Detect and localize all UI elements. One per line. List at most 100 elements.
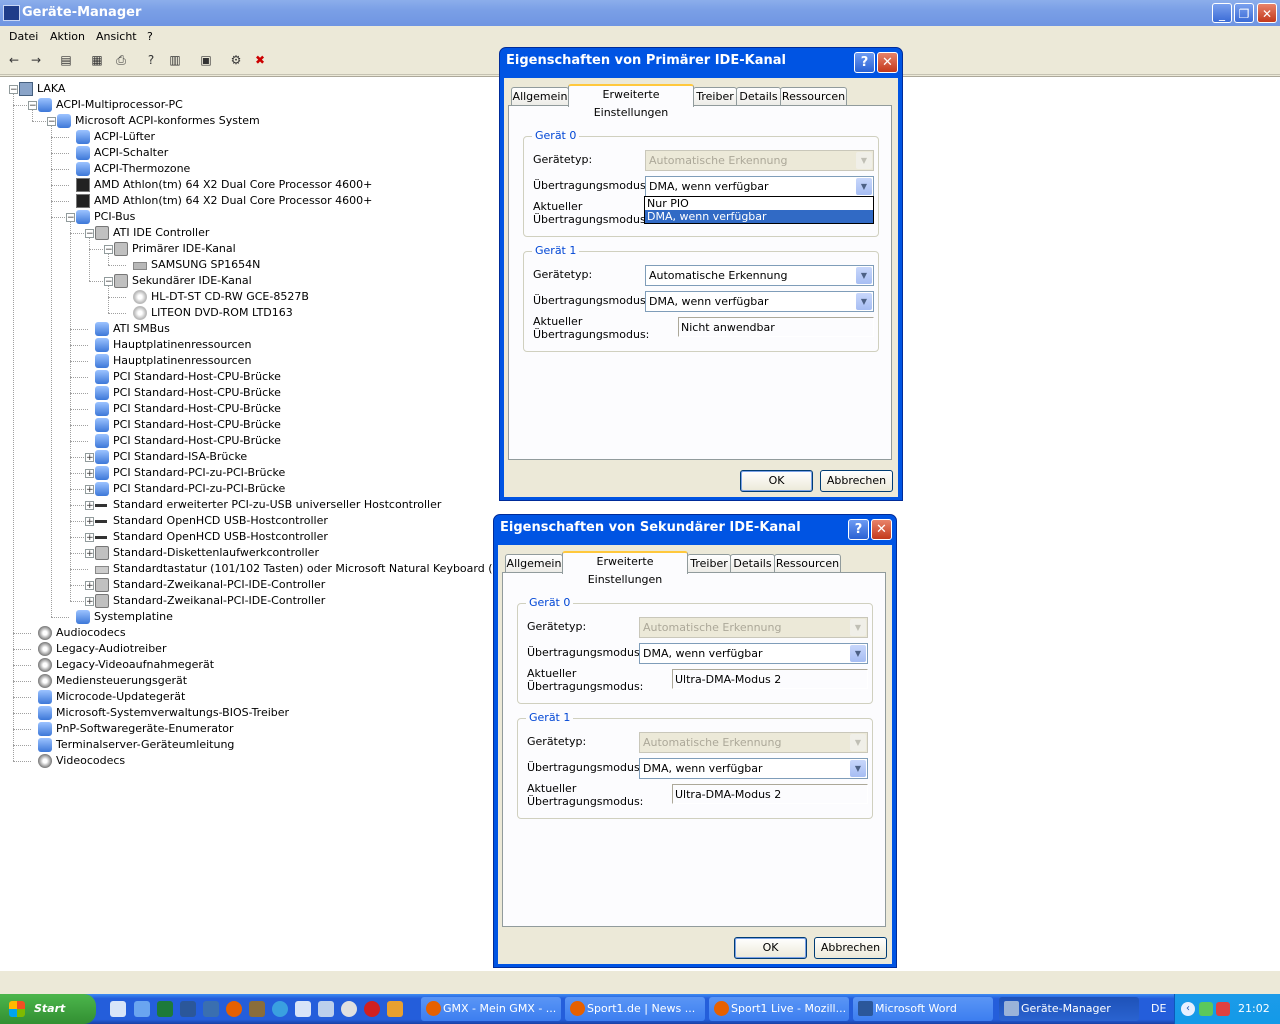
mode-combobox[interactable]: DMA, wenn verfügbar ▼ [639,758,868,779]
quicklaunch-desktop-icon[interactable] [110,1001,126,1017]
collapse-icon[interactable]: − [9,85,18,95]
ok-button[interactable]: OK [734,937,807,959]
tab-treiber[interactable]: Treiber [693,87,737,106]
collapse-icon[interactable]: − [85,229,94,239]
expand-icon[interactable]: + [85,485,94,495]
device-icon [95,322,109,336]
menu-ansicht[interactable]: Ansicht [96,30,137,43]
dropdown-option-dma[interactable]: DMA, wenn verfügbar [645,210,873,223]
console-tree-icon[interactable]: ▤ [58,52,74,68]
mode-combobox[interactable]: DMA, wenn verfügbar ▼ [639,643,868,664]
expand-icon[interactable]: + [85,581,94,591]
dialog-help-button[interactable]: ? [854,52,875,73]
dialog-secondary-ide: Eigenschaften von Sekundärer IDE-Kanal ?… [493,514,897,968]
firefox-icon [714,1001,729,1016]
tree-item-label: PCI Standard-PCI-zu-PCI-Brücke [113,482,286,495]
hard-disk-icon [133,262,147,270]
dialog-help-button[interactable]: ? [848,519,869,540]
group-title: Gerät 1 [532,244,580,257]
quicklaunch-opera-icon[interactable] [364,1001,380,1017]
uninstall-icon[interactable]: ✖ [252,52,268,68]
update-driver-icon[interactable]: ⚙ [228,52,244,68]
dialog-close-button[interactable]: ✕ [877,52,898,73]
collapse-icon[interactable]: − [104,245,113,255]
chevron-down-icon[interactable]: ▼ [850,760,866,777]
task-device-manager[interactable]: Geräte-Manager [999,997,1139,1021]
ok-button[interactable]: OK [740,470,813,492]
tab-details[interactable]: Details [736,87,781,106]
quicklaunch-media-icon[interactable] [318,1001,334,1017]
close-button[interactable]: ✕ [1257,3,1277,23]
expand-icon[interactable]: + [85,533,94,543]
tab-allgemein[interactable]: Allgemein [505,554,563,573]
chevron-down-icon[interactable]: ▼ [856,267,872,284]
task-sport1-live[interactable]: Sport1 Live - Mozill... [709,997,849,1021]
properties-icon[interactable]: ▦ [89,52,105,68]
current-mode-value: Nicht anwendbar [678,317,874,337]
quicklaunch-firefox-icon[interactable] [226,1001,242,1017]
menu-datei[interactable]: Datei [9,30,38,43]
task-gmx[interactable]: GMX - Mein GMX - ... [421,997,561,1021]
quicklaunch-word-icon[interactable] [180,1001,196,1017]
chevron-down-icon[interactable]: ▼ [850,645,866,662]
device-icon [95,466,109,480]
print-icon[interactable]: ⎙ [113,52,129,68]
collapse-icon[interactable]: − [28,101,37,111]
chevron-down-icon[interactable]: ▼ [856,293,872,310]
network-icon[interactable] [1199,1002,1213,1016]
cancel-button[interactable]: Abbrechen [820,470,893,492]
dialog-close-button[interactable]: ✕ [871,519,892,540]
tab-ressourcen[interactable]: Ressourcen [774,554,841,573]
collapse-icon[interactable]: − [104,277,113,287]
expand-icon[interactable]: + [85,597,94,607]
expand-icon[interactable]: + [85,501,94,511]
expand-icon[interactable]: + [85,549,94,559]
minimize-button[interactable]: _ [1212,3,1232,23]
tab-erweiterte-einstellungen[interactable]: Erweiterte Einstellungen [568,84,694,119]
current-mode-label-1: Aktueller [527,667,577,680]
quicklaunch-excel-icon[interactable] [157,1001,173,1017]
dropdown-option-nur-pio[interactable]: Nur PIO [645,197,873,210]
device-icon [95,482,109,496]
forward-arrow-icon[interactable]: → [28,52,44,68]
help-icon[interactable]: ? [143,52,159,68]
chevron-left-icon[interactable]: ‹ [1181,1002,1195,1016]
view-icon[interactable]: ▥ [167,52,183,68]
language-indicator[interactable]: DE [1151,1002,1166,1015]
collapse-icon[interactable]: − [66,213,75,223]
mode-combobox[interactable]: DMA, wenn verfügbar ▼ [645,176,874,197]
expand-icon[interactable]: + [85,517,94,527]
type-combobox[interactable]: Automatische Erkennung ▼ [645,265,874,286]
maximize-button[interactable]: ❐ [1234,3,1254,23]
device-icon [95,434,109,448]
quicklaunch-misc-icon[interactable] [387,1001,403,1017]
start-button[interactable]: Start [0,994,96,1024]
tab-treiber[interactable]: Treiber [687,554,731,573]
scan-hardware-icon[interactable]: ▣ [198,52,214,68]
mode-combobox[interactable]: DMA, wenn verfügbar ▼ [645,291,874,312]
quicklaunch-phone-icon[interactable] [295,1001,311,1017]
expand-icon[interactable]: + [85,453,94,463]
quicklaunch-ie-icon[interactable] [272,1001,288,1017]
quicklaunch-tool-icon[interactable] [249,1001,265,1017]
menu-help[interactable]: ? [147,30,153,43]
tab-ressourcen[interactable]: Ressourcen [780,87,847,106]
security-icon[interactable] [1216,1002,1230,1016]
tab-details[interactable]: Details [730,554,775,573]
quicklaunch-app-icon[interactable] [203,1001,219,1017]
media-icon [38,658,52,672]
menu-aktion[interactable]: Aktion [50,30,85,43]
tree-connector [51,617,69,618]
collapse-icon[interactable]: − [47,117,56,127]
tab-erweiterte-einstellungen[interactable]: Erweiterte Einstellungen [562,551,688,586]
tab-allgemein[interactable]: Allgemein [511,87,569,106]
expand-icon[interactable]: + [85,469,94,479]
quicklaunch-device-icon[interactable] [134,1001,150,1017]
quicklaunch-cd-icon[interactable] [341,1001,357,1017]
task-word[interactable]: Microsoft Word [853,997,993,1021]
cancel-button[interactable]: Abbrechen [814,937,887,959]
task-sport1-news[interactable]: Sport1.de | News ... [565,997,705,1021]
chevron-down-icon[interactable]: ▼ [856,178,872,195]
back-arrow-icon[interactable]: ← [6,52,22,68]
type-label: Gerätetyp: [533,268,593,281]
